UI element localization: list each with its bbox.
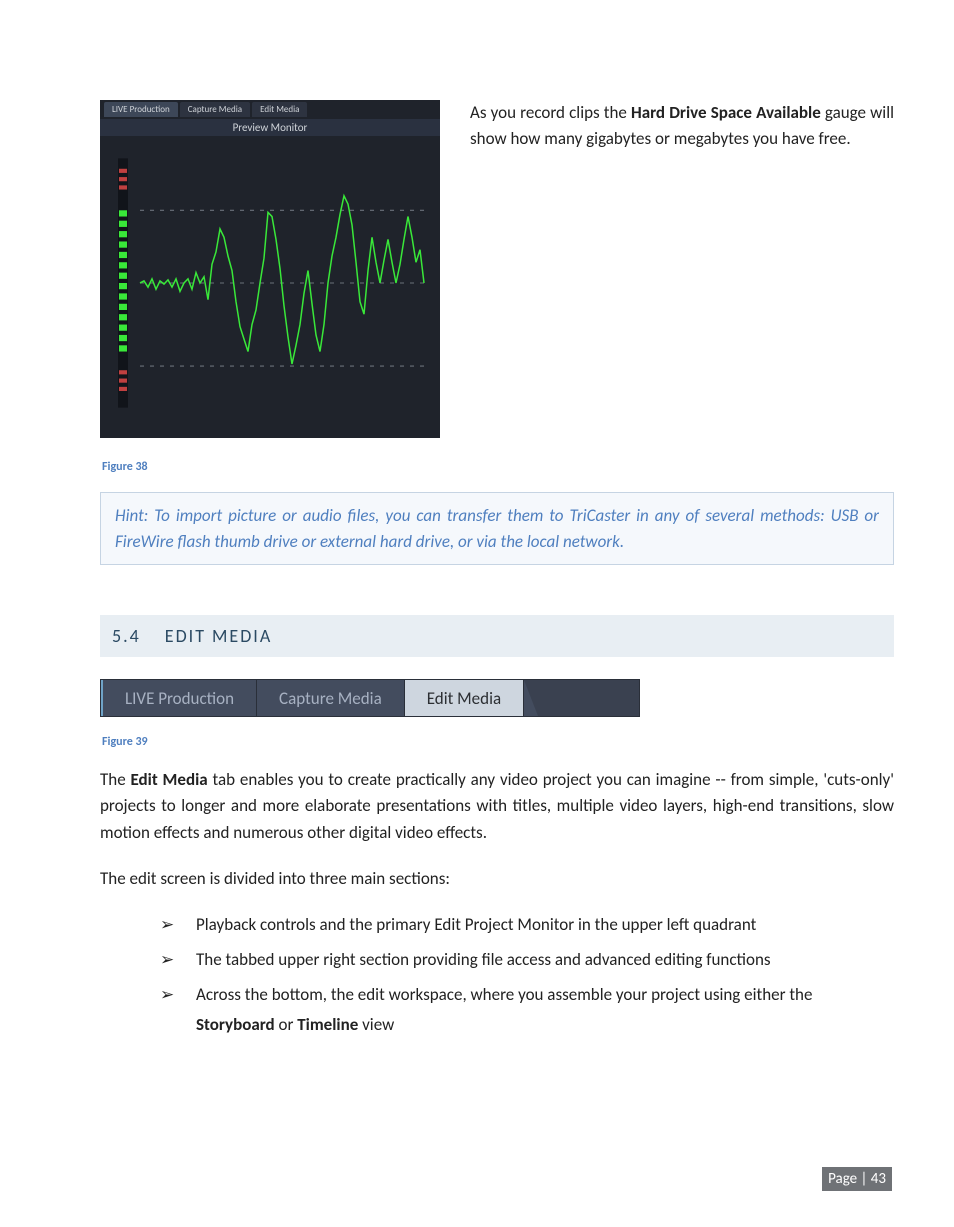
mini-tab-capture: Capture Media <box>180 102 250 117</box>
section-heading: 5.4 EDIT MEDIA <box>100 615 894 657</box>
hard-drive-description: As you record clips the Hard Drive Space… <box>470 100 894 151</box>
b3d: Timeline <box>297 1014 358 1035</box>
paragraph-sections-intro: The edit screen is divided into three ma… <box>100 866 894 892</box>
p1-c: tab enables you to create practically an… <box>100 769 894 843</box>
vu-meter <box>118 158 128 407</box>
descr-bold: Hard Drive Space Available <box>631 102 821 123</box>
section-bullets: Playback controls and the primary Edit P… <box>160 910 894 1040</box>
tabs-screenshot: LIVE Production Capture Media Edit Media <box>100 679 640 717</box>
b3c: or <box>275 1014 298 1035</box>
page-footer: Page | 43 <box>822 1167 892 1191</box>
mini-tab-edit: Edit Media <box>252 102 307 117</box>
mini-tab-live: LIVE Production <box>104 102 178 117</box>
b3a: Across the bottom, the edit workspace, w… <box>196 984 812 1005</box>
mini-tabs: LIVE Production Capture Media Edit Media <box>100 100 440 119</box>
section-number: 5.4 <box>112 625 141 647</box>
bullet-2: The tabbed upper right section providing… <box>160 945 894 976</box>
b3b: Storyboard <box>196 1014 275 1035</box>
preview-monitor-screenshot: LIVE Production Capture Media Edit Media… <box>100 100 440 438</box>
p1-a: The <box>100 769 131 790</box>
bullet-1: Playback controls and the primary Edit P… <box>160 910 894 941</box>
descr-pre: As you record clips the <box>470 102 631 123</box>
figure-38-caption: Figure 38 <box>102 460 894 474</box>
p1-b: Edit Media <box>131 769 208 790</box>
section-title: EDIT MEDIA <box>165 625 272 647</box>
tab-cut <box>524 680 538 716</box>
tab-edit-media: Edit Media <box>405 680 524 716</box>
b3e: view <box>358 1014 394 1035</box>
hint-box: Hint: To import picture or audio files, … <box>100 492 894 565</box>
waveform-chart <box>100 136 440 438</box>
tab-capture-media: Capture Media <box>257 680 405 716</box>
preview-title: Preview Monitor <box>100 119 440 136</box>
paragraph-edit-media: The Edit Media tab enables you to create… <box>100 767 894 846</box>
bullet-3: Across the bottom, the edit workspace, w… <box>160 980 894 1041</box>
tab-live-production: LIVE Production <box>101 680 257 716</box>
figure-39-caption: Figure 39 <box>102 735 894 749</box>
